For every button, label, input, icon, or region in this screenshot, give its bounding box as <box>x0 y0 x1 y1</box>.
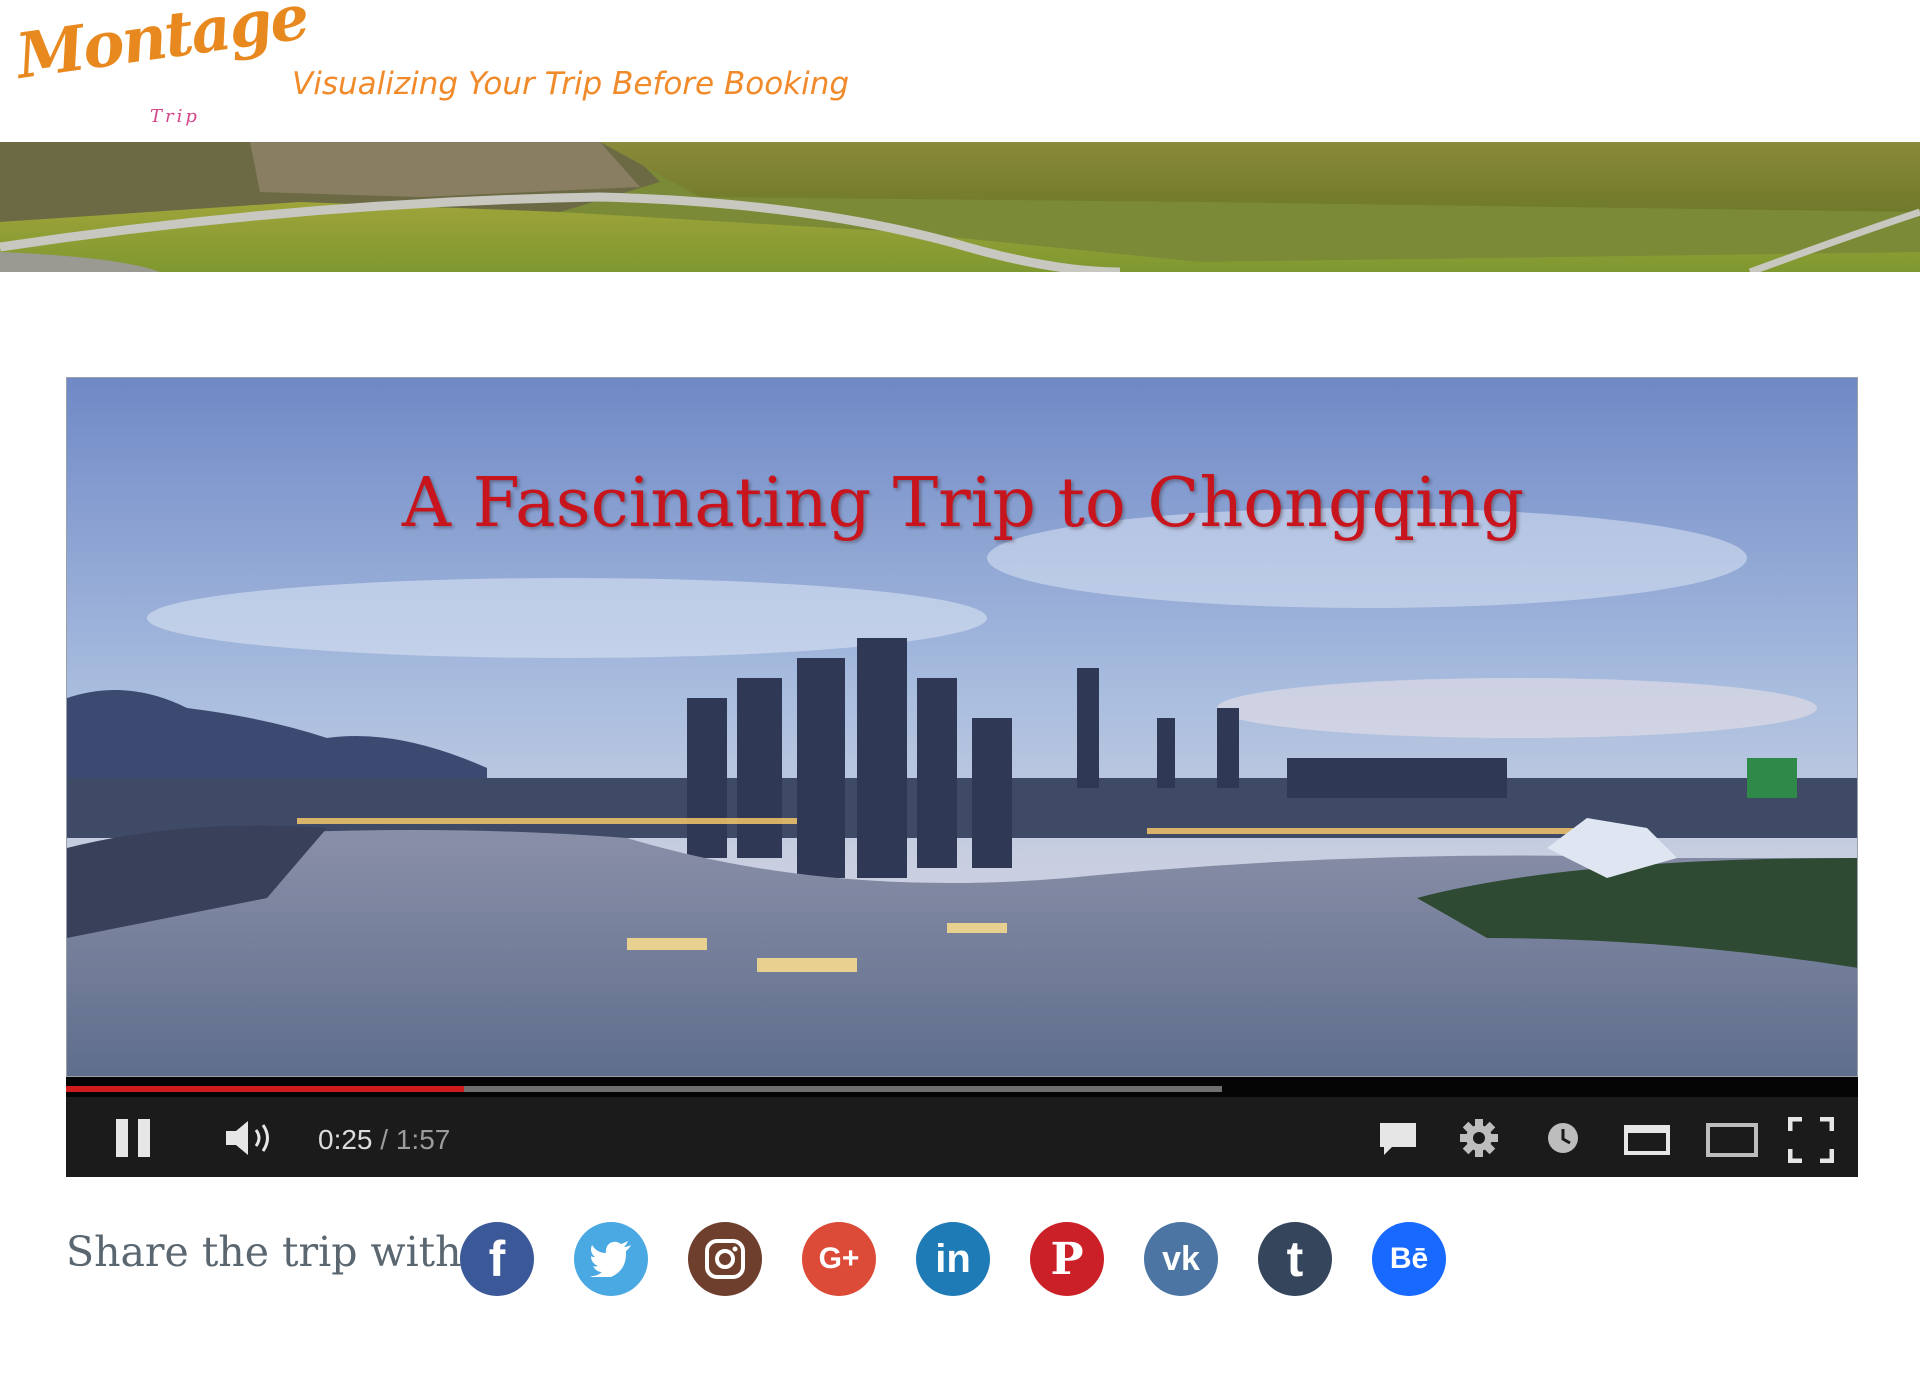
player-controls: 0:25 / 1:57 <box>66 1077 1858 1177</box>
miniplayer-icon <box>1624 1125 1670 1155</box>
linkedin-share-button[interactable]: in <box>916 1222 990 1296</box>
site-header: Montage Trip Visualizing Your Trip Befor… <box>0 0 1920 142</box>
facebook-icon: f <box>488 1231 506 1287</box>
time-display: 0:25 / 1:57 <box>318 1124 450 1156</box>
settings-icon <box>1460 1119 1498 1157</box>
volume-button[interactable] <box>226 1119 282 1162</box>
vk-icon: vk <box>1162 1239 1200 1278</box>
video-frame[interactable]: A Fascinating Trip to Chongqing <box>66 377 1858 1077</box>
duration-time: 1:57 <box>395 1124 451 1155</box>
fullscreen-button[interactable] <box>1787 1116 1835 1168</box>
video-player[interactable]: A Fascinating Trip to Chongqing 0:25 / 1… <box>66 377 1858 1177</box>
logo-subtext: Trip <box>150 106 200 127</box>
pause-button[interactable] <box>116 1119 152 1162</box>
time-separator: / <box>372 1124 396 1155</box>
watch-later-icon <box>1548 1123 1578 1153</box>
subtitles-icon <box>1380 1123 1416 1155</box>
video-title: A Fascinating Trip to Chongqing <box>401 464 1525 543</box>
tumblr-icon: t <box>1286 1231 1304 1287</box>
progress-bar[interactable] <box>66 1077 1858 1097</box>
progress-played <box>66 1086 464 1092</box>
pinterest-icon: P <box>1050 1233 1084 1285</box>
instagram-share-button[interactable] <box>688 1222 762 1296</box>
google-plus-icon: G+ <box>818 1242 860 1275</box>
volume-icon <box>226 1121 269 1155</box>
montage-trip-logo[interactable]: Montage Trip <box>12 0 312 134</box>
google-plus-share-button[interactable]: G+ <box>802 1222 876 1296</box>
theater-mode-button[interactable] <box>1706 1123 1758 1162</box>
tumblr-share-button[interactable]: t <box>1258 1222 1332 1296</box>
behance-icon: Bē <box>1389 1242 1429 1275</box>
twitter-icon <box>590 1241 631 1277</box>
current-time: 0:25 <box>318 1124 373 1155</box>
share-label: Share the trip with <box>66 1228 462 1276</box>
vk-share-button[interactable]: vk <box>1144 1222 1218 1296</box>
theater-mode-icon <box>1706 1123 1758 1157</box>
fullscreen-icon <box>1787 1116 1835 1164</box>
instagram-icon <box>705 1239 745 1279</box>
subtitles-button[interactable] <box>1378 1121 1418 1162</box>
miniplayer-button[interactable] <box>1624 1125 1670 1160</box>
behance-share-button[interactable]: Bē <box>1372 1222 1446 1296</box>
logo-text: Montage <box>11 0 312 93</box>
watch-later-button[interactable] <box>1546 1121 1580 1160</box>
settings-button[interactable] <box>1458 1117 1500 1164</box>
landscape-banner <box>0 142 1920 272</box>
facebook-share-button[interactable]: f <box>460 1222 534 1296</box>
pause-icon <box>116 1119 150 1157</box>
pinterest-share-button[interactable]: P <box>1030 1222 1104 1296</box>
linkedin-icon: in <box>935 1236 971 1281</box>
twitter-share-button[interactable] <box>574 1222 648 1296</box>
site-tagline: Visualizing Your Trip Before Booking <box>292 66 850 102</box>
